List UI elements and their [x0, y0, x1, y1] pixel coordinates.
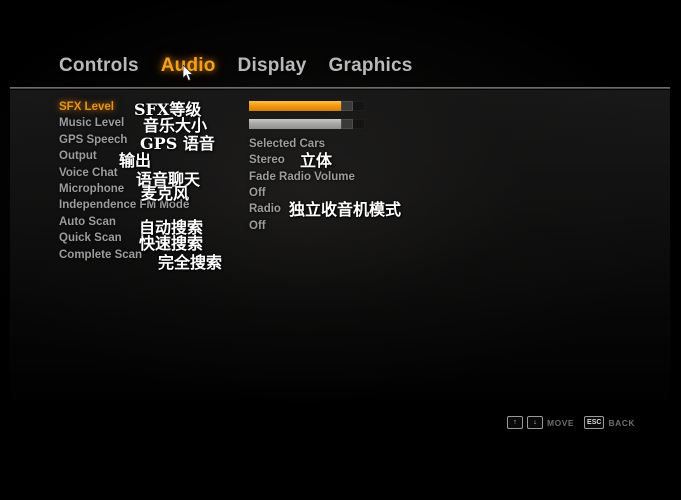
value-microphone[interactable]: Off [249, 185, 449, 201]
sfx-level-slider-knob[interactable] [341, 101, 353, 111]
sfx-level-slider-fill [249, 101, 341, 111]
tab-graphics[interactable]: Graphics [329, 55, 413, 77]
music-level-slider-fill [249, 119, 341, 130]
escape-key-icon[interactable]: ESC [584, 416, 605, 429]
value-independence-fm-mode[interactable]: Radio [249, 201, 449, 217]
tab-audio[interactable]: Audio [161, 55, 216, 77]
option-auto-scan[interactable]: Auto Scan [59, 214, 239, 230]
music-level-slider-knob[interactable] [341, 119, 353, 130]
tab-controls[interactable]: Controls [59, 55, 139, 77]
value-gps-speech[interactable]: Selected Cars [249, 136, 449, 152]
value-voice-chat[interactable]: Fade Radio Volume [249, 169, 449, 185]
sfx-level-slider[interactable] [249, 101, 365, 111]
option-output[interactable]: Output [59, 148, 239, 164]
key-hints-bar: ↑ ↓ MOVE ESC BACK [507, 416, 635, 429]
value-output[interactable]: Stereo [249, 152, 449, 168]
hint-move: ↑ ↓ MOVE [507, 416, 574, 429]
hint-back-label: BACK [608, 417, 635, 428]
hint-move-label: MOVE [547, 417, 575, 428]
music-level-slider[interactable] [249, 119, 365, 130]
value-row-sfx-level [249, 101, 449, 117]
option-complete-scan[interactable]: Complete Scan [59, 247, 239, 263]
settings-screen: Controls Audio Display Graphics SFX Leve… [0, 0, 681, 500]
tab-display[interactable]: Display [238, 55, 307, 77]
settings-tabbar: Controls Audio Display Graphics [59, 55, 413, 77]
option-gps-speech[interactable]: GPS Speech [59, 132, 239, 148]
value-auto-scan[interactable]: Off [249, 218, 449, 234]
option-music-level[interactable]: Music Level [59, 115, 239, 131]
arrow-up-key-icon[interactable]: ↑ [507, 416, 523, 429]
option-voice-chat[interactable]: Voice Chat [59, 165, 239, 181]
audio-options-list: SFX Level Music Level GPS Speech Output … [59, 99, 239, 263]
option-quick-scan[interactable]: Quick Scan [59, 230, 239, 246]
audio-values-list: Selected Cars Stereo Fade Radio Volume O… [249, 99, 449, 234]
hint-back: ESC BACK [584, 416, 635, 429]
value-row-music-level [249, 119, 449, 135]
option-microphone[interactable]: Microphone [59, 181, 239, 197]
header-divider [10, 87, 670, 89]
option-sfx-level[interactable]: SFX Level [59, 99, 239, 115]
arrow-down-key-icon[interactable]: ↓ [527, 416, 543, 429]
option-independence-fm-mode[interactable]: Independence FM Mode [59, 197, 239, 213]
